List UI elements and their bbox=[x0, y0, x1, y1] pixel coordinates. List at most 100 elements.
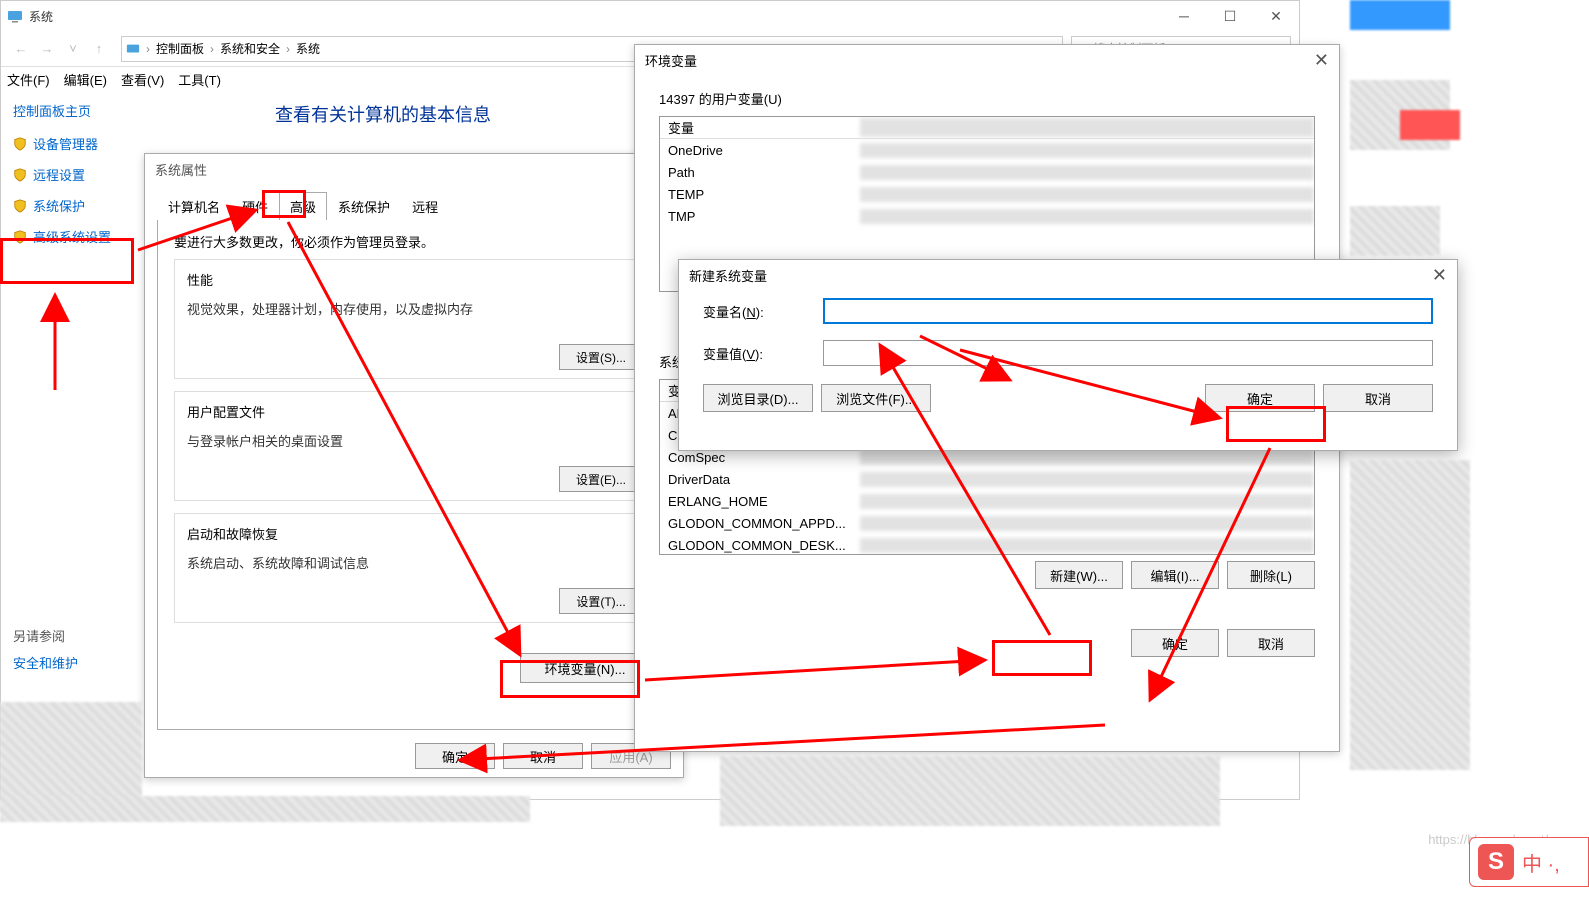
close-icon[interactable]: ✕ bbox=[1432, 265, 1447, 286]
sidebar-item-label: 系统保护 bbox=[33, 196, 85, 215]
shield-icon bbox=[13, 168, 27, 182]
window-controls: ─ ☐ ✕ bbox=[1161, 1, 1299, 31]
ime-badge[interactable]: S 中 ·, bbox=[1469, 837, 1589, 887]
edit-button[interactable]: 编辑(I)... bbox=[1131, 561, 1219, 589]
user-profiles-group: 用户配置文件 与登录帐户相关的桌面设置 设置(E)... bbox=[174, 391, 654, 501]
blurred-region bbox=[1350, 460, 1470, 770]
tab-computer-name[interactable]: 计算机名 bbox=[157, 192, 231, 220]
variable-name-row: 变量名(N): bbox=[679, 290, 1457, 332]
minimize-button[interactable]: ─ bbox=[1161, 1, 1207, 31]
breadcrumb-mid[interactable]: 系统和安全 bbox=[220, 40, 280, 57]
startup-recovery-group: 启动和故障恢复 系统启动、系统故障和调试信息 设置(T)... bbox=[174, 513, 654, 623]
variable-value-label: 变量值(V): bbox=[703, 344, 823, 363]
list-row: TMPxxxxxxxxxxxxxxxxxxxxxxxx bbox=[660, 205, 1314, 227]
variable-name-input[interactable] bbox=[823, 298, 1433, 324]
dialog-title: 系统属性 bbox=[145, 154, 683, 184]
window-title: 系统 bbox=[29, 8, 53, 25]
titlebar: 系统 ─ ☐ ✕ bbox=[1, 1, 1299, 31]
shield-icon bbox=[13, 199, 27, 213]
group-desc: 视觉效果，处理器计划，内存使用，以及虚拟内存 bbox=[187, 299, 641, 318]
badge-text: 中 ·, bbox=[1522, 848, 1560, 877]
control-panel-home[interactable]: 控制面板主页 bbox=[13, 101, 129, 120]
tab-system-protection[interactable]: 系统保护 bbox=[327, 192, 401, 220]
startup-settings-button[interactable]: 设置(T)... bbox=[559, 588, 643, 614]
blurred-region bbox=[0, 796, 530, 822]
dialog-title: 新建系统变量 bbox=[689, 266, 767, 285]
system-icon bbox=[126, 42, 140, 56]
maximize-button[interactable]: ☐ bbox=[1207, 1, 1253, 31]
system-list-buttons: 新建(W)... 编辑(I)... 删除(L) bbox=[659, 561, 1315, 589]
list-row: ERLANG_HOMExxxxxxxxx bbox=[660, 490, 1314, 512]
menu-edit[interactable]: 编辑(E) bbox=[64, 70, 107, 89]
dropdown-button[interactable]: ˅ bbox=[61, 37, 85, 61]
see-also-label: 另请参阅 bbox=[13, 626, 129, 645]
cancel-button[interactable]: 取消 bbox=[1227, 629, 1315, 657]
blurred-region bbox=[720, 756, 1220, 826]
variable-value-input[interactable] bbox=[823, 340, 1433, 366]
ok-button[interactable]: 确定 bbox=[415, 743, 495, 769]
environment-variables-button[interactable]: 环境变量(N)... bbox=[520, 653, 650, 683]
list-row: OneDrivexxxxxxxxxxxxxxxxxxxxxxxx bbox=[660, 139, 1314, 161]
group-desc: 系统启动、系统故障和调试信息 bbox=[187, 553, 641, 572]
browse-directory-button[interactable]: 浏览目录(D)... bbox=[703, 384, 813, 412]
sidebar-item-label: 高级系统设置 bbox=[33, 227, 111, 246]
new-button[interactable]: 新建(W)... bbox=[1035, 561, 1123, 589]
list-row: Pathxxxxxxxxxxxxxxxxxxxxxxxxxxxxxxxxxxxx bbox=[660, 161, 1314, 183]
dialog-buttons: 确定 取消 bbox=[635, 629, 1339, 671]
ok-button[interactable]: 确定 bbox=[1131, 629, 1219, 657]
performance-group: 性能 视觉效果，处理器计划，内存使用，以及虚拟内存 设置(S)... bbox=[174, 259, 654, 379]
menu-file[interactable]: 文件(F) bbox=[7, 70, 50, 89]
group-title: 用户配置文件 bbox=[187, 402, 641, 421]
performance-settings-button[interactable]: 设置(S)... bbox=[559, 344, 643, 370]
menu-view[interactable]: 查看(V) bbox=[121, 70, 164, 89]
shield-icon bbox=[13, 137, 27, 151]
forward-button[interactable]: → bbox=[35, 37, 59, 61]
breadcrumb-root[interactable]: 控制面板 bbox=[156, 40, 204, 57]
menu-tools[interactable]: 工具(T) bbox=[178, 70, 221, 89]
sidebar-item-label: 远程设置 bbox=[33, 165, 85, 184]
cancel-button[interactable]: 取消 bbox=[503, 743, 583, 769]
tab-body: 要进行大多数更改，你必须作为管理员登录。 性能 视觉效果，处理器计划，内存使用，… bbox=[157, 220, 671, 730]
userprofile-settings-button[interactable]: 设置(E)... bbox=[559, 466, 643, 492]
sidebar-remote-settings[interactable]: 远程设置 bbox=[13, 165, 129, 184]
admin-note: 要进行大多数更改，你必须作为管理员登录。 bbox=[174, 232, 654, 251]
sidebar-system-protection[interactable]: 系统保护 bbox=[13, 196, 129, 215]
delete-button[interactable]: 删除(L) bbox=[1227, 561, 1315, 589]
tab-hardware[interactable]: 硬件 bbox=[231, 192, 279, 220]
system-icon bbox=[7, 8, 23, 24]
breadcrumb-leaf[interactable]: 系统 bbox=[296, 40, 320, 57]
up-button[interactable]: ↑ bbox=[87, 37, 111, 61]
ok-button[interactable]: 确定 bbox=[1205, 384, 1315, 412]
column-value: 值 bbox=[860, 118, 1314, 137]
system-properties-dialog: 系统属性 计算机名 硬件 高级 系统保护 远程 要进行大多数更改，你必须作为管理… bbox=[144, 153, 684, 778]
cancel-button[interactable]: 取消 bbox=[1323, 384, 1433, 412]
sidebar-device-manager[interactable]: 设备管理器 bbox=[13, 134, 129, 153]
tab-remote[interactable]: 远程 bbox=[401, 192, 449, 220]
dialog-buttons: 确定 取消 应用(A) bbox=[415, 743, 671, 769]
close-button[interactable]: ✕ bbox=[1253, 1, 1299, 31]
badge-letter: S bbox=[1478, 844, 1514, 880]
new-var-buttons: 浏览目录(D)... 浏览文件(F)... 确定 取消 bbox=[679, 374, 1457, 422]
close-icon[interactable]: ✕ bbox=[1314, 50, 1329, 71]
blurred-region bbox=[1350, 206, 1440, 256]
browse-file-button[interactable]: 浏览文件(F)... bbox=[821, 384, 931, 412]
user-vars-label: 14397 的用户变量(U) bbox=[659, 89, 1315, 108]
dialog-title: 环境变量 bbox=[645, 51, 697, 70]
blurred-region bbox=[1400, 110, 1460, 140]
list-row: DriverDataxxxxxxxxxxxxxxxxxxx bbox=[660, 468, 1314, 490]
new-system-variable-dialog: 新建系统变量 ✕ 变量名(N): 变量值(V): 浏览目录(D)... 浏览文件… bbox=[678, 259, 1458, 451]
back-button[interactable]: ← bbox=[9, 37, 33, 61]
blurred-region bbox=[1350, 0, 1450, 30]
tabs: 计算机名 硬件 高级 系统保护 远程 bbox=[145, 184, 683, 220]
group-title: 性能 bbox=[187, 270, 641, 289]
sidebar: 控制面板主页 设备管理器 远程设置 系统保护 高级系统设置 另请参阅 安全和维护 bbox=[1, 91, 141, 799]
sidebar-advanced-settings[interactable]: 高级系统设置 bbox=[13, 227, 129, 246]
security-maintenance-link[interactable]: 安全和维护 bbox=[13, 653, 129, 672]
tab-advanced[interactable]: 高级 bbox=[279, 192, 327, 220]
sidebar-item-label: 设备管理器 bbox=[33, 134, 98, 153]
column-variable: 变量 bbox=[660, 118, 860, 137]
variable-value-row: 变量值(V): bbox=[679, 332, 1457, 374]
list-row: GLODON_COMMON_APPD...xxxxxxxxxxxxxxxxxxx… bbox=[660, 512, 1314, 534]
shield-icon bbox=[13, 230, 27, 244]
list-row: TEMPxxxxxxxxxxxxxxxxxxxxxxxx bbox=[660, 183, 1314, 205]
